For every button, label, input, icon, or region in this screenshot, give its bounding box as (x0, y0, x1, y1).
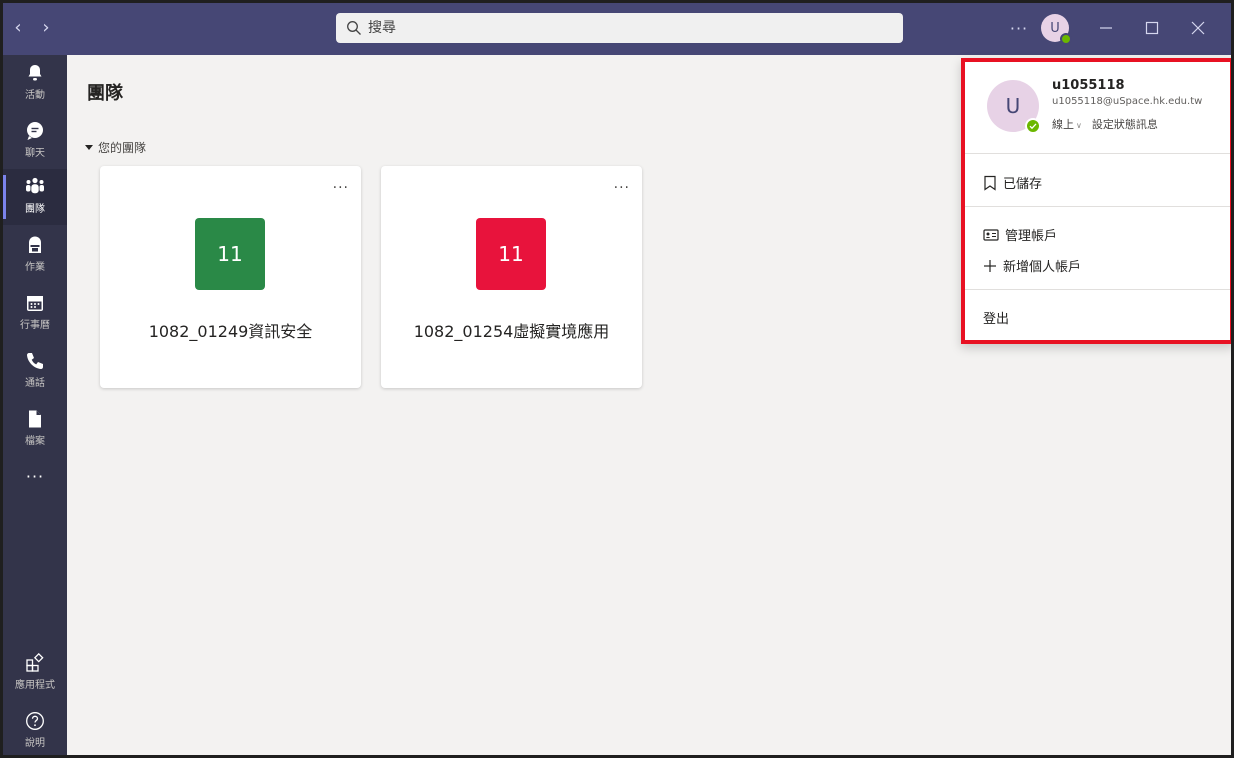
app-rail: 活動 聊天 團隊 作業 行事曆 通話 檔案 ··· 應用程式 說明 (3, 55, 67, 755)
app-window: ‹ › ··· U 活動 (0, 0, 1234, 758)
status-label: 線上 (1052, 118, 1074, 131)
team-name: 1082_01254虛擬實境應用 (413, 322, 610, 341)
file-icon (29, 410, 41, 428)
rail-label: 應用程式 (15, 680, 55, 691)
profile-menu: U u1055118 u1055118@uSpace.hk.edu.tw 線上 ∨… (961, 58, 1231, 344)
menu-item-label: 管理帳戶 (1005, 229, 1058, 244)
rail-item-chat[interactable]: 聊天 (3, 113, 67, 169)
divider (965, 289, 1230, 290)
minimize-icon (1100, 27, 1112, 29)
rail-label: 活動 (25, 90, 45, 101)
set-status-message-link[interactable]: 設定狀態訊息 (1092, 116, 1158, 132)
rail-label: 作業 (25, 262, 45, 273)
rail-more-button[interactable]: ··· (3, 467, 67, 497)
minimize-button[interactable] (1083, 13, 1129, 43)
rail-item-apps[interactable]: 應用程式 (3, 645, 67, 701)
bookmark-icon (984, 175, 996, 191)
rail-label: 行事曆 (20, 320, 50, 331)
rail-label: 說明 (25, 738, 45, 749)
team-card[interactable]: ··· 11 1082_01249資訊安全 (100, 166, 361, 388)
status-dropdown[interactable]: 線上 ∨ (1052, 116, 1082, 132)
contact-card-icon (983, 228, 999, 241)
saved-menu-item[interactable]: 已儲存 (983, 173, 1042, 192)
section-label: 您的團隊 (98, 141, 147, 155)
more-options-button[interactable]: ··· (1001, 19, 1037, 38)
presence-available-icon (1025, 118, 1041, 134)
teams-icon (26, 177, 44, 194)
profile-header: U u1055118 u1055118@uSpace.hk.edu.tw 線上 ∨… (965, 62, 1230, 154)
avatar-initial: U (1005, 94, 1021, 118)
help-icon (26, 712, 44, 730)
rail-item-help[interactable]: 說明 (3, 703, 67, 755)
rail-label: 通話 (25, 378, 45, 389)
more-options-button[interactable]: ··· (614, 180, 630, 196)
rail-label: 團隊 (25, 204, 45, 215)
apps-icon (26, 653, 44, 672)
status-row: 線上 ∨ 設定狀態訊息 (1052, 116, 1158, 132)
team-avatar-tile: 11 (195, 218, 265, 290)
search-box[interactable] (336, 13, 903, 43)
caret-down-icon (85, 145, 93, 150)
presence-available-icon (1060, 33, 1072, 45)
backpack-icon (29, 236, 41, 253)
check-icon (1029, 123, 1037, 130)
avatar[interactable]: U (987, 80, 1041, 134)
avatar-initial: U (1050, 20, 1060, 36)
bell-icon (28, 65, 42, 81)
add-personal-account-menu-item[interactable]: 新增個人帳戶 (983, 256, 1081, 275)
chevron-down-icon: ∨ (1076, 121, 1082, 130)
team-name: 1082_01249資訊安全 (148, 322, 313, 341)
rail-item-assignments[interactable]: 作業 (3, 227, 67, 283)
rail-item-calendar[interactable]: 行事曆 (3, 285, 67, 341)
menu-item-label: 登出 (983, 312, 1010, 327)
rail-item-calls[interactable]: 通話 (3, 343, 67, 399)
phone-icon (27, 353, 43, 369)
search-icon (347, 21, 361, 35)
title-bar: ‹ › ··· U (3, 3, 1231, 55)
avatar[interactable]: U (1041, 14, 1072, 45)
rail-item-files[interactable]: 檔案 (3, 401, 67, 457)
plus-icon (984, 259, 996, 272)
calendar-icon (27, 296, 43, 311)
more-icon: ··· (25, 467, 45, 486)
team-avatar-tile: 11 (476, 218, 546, 290)
rail-label: 聊天 (25, 148, 45, 159)
forward-icon[interactable]: › (39, 17, 53, 38)
maximize-button[interactable] (1129, 13, 1175, 43)
search-input[interactable] (368, 20, 868, 36)
profile-email: u1055118@uSpace.hk.edu.tw (1052, 96, 1203, 107)
page-title: 團隊 (87, 83, 123, 104)
your-teams-toggle[interactable]: 您的團隊 (85, 139, 146, 156)
close-icon (1191, 21, 1205, 35)
rail-label: 檔案 (25, 436, 45, 447)
back-icon[interactable]: ‹ (11, 17, 25, 38)
chat-icon (27, 122, 43, 140)
more-options-button[interactable]: ··· (333, 180, 349, 196)
divider (965, 206, 1230, 207)
profile-username: u1055118 (1052, 78, 1125, 93)
rail-item-activity[interactable]: 活動 (3, 55, 67, 111)
menu-item-label: 已儲存 (1003, 177, 1043, 192)
rail-item-teams[interactable]: 團隊 (3, 169, 67, 225)
maximize-icon (1145, 21, 1159, 35)
manage-account-menu-item[interactable]: 管理帳戶 (983, 225, 1057, 244)
title-bar-actions: ··· U (1001, 13, 1221, 45)
team-card[interactable]: ··· 11 1082_01254虛擬實境應用 (381, 166, 642, 388)
history-nav: ‹ › (11, 17, 53, 38)
sign-out-menu-item[interactable]: 登出 (983, 308, 1009, 327)
close-button[interactable] (1175, 13, 1221, 43)
menu-item-label: 新增個人帳戶 (1003, 260, 1082, 275)
